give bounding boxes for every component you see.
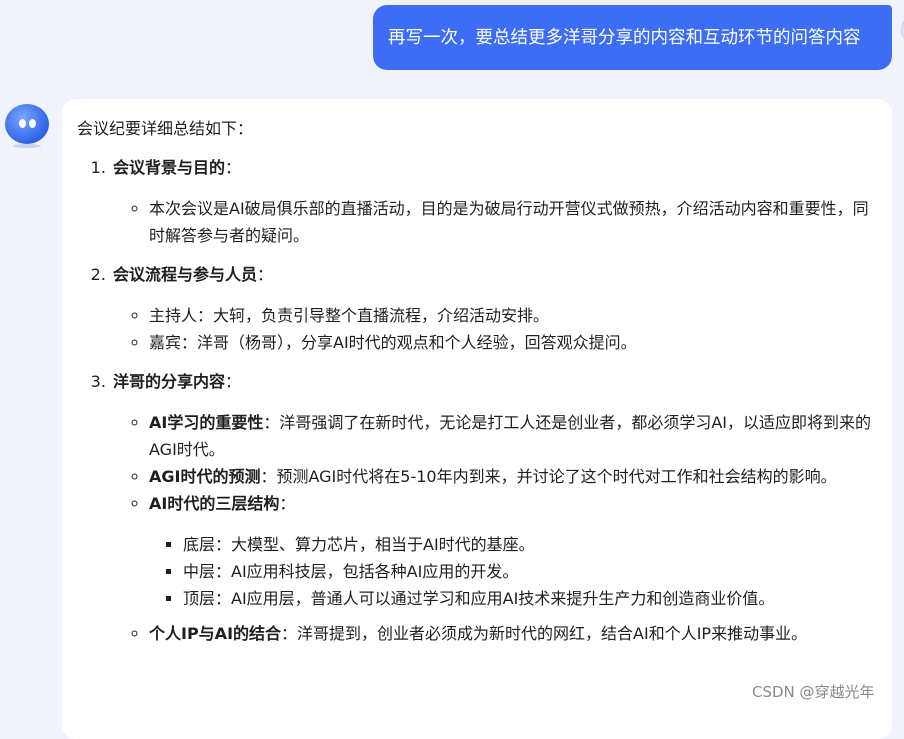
section-title: 会议流程与参与人员 (113, 265, 258, 284)
sub-list-item: 顶层：AI应用层，普通人可以通过学习和应用AI技术来提升生产力和创造商业价值。 (183, 585, 878, 612)
user-message-text: 再写一次，要总结更多洋哥分享的内容和互动环节的问答内容 (388, 28, 861, 48)
answer-intro: 会议纪要详细总结如下： (77, 119, 254, 138)
section-sharing: 洋哥的分享内容： AI学习的重要性：洋哥强调了在新时代，无论是打工人还是创业者，… (111, 368, 878, 647)
assistant-avatar-icon (5, 104, 49, 148)
bullet-list: 本次会议是AI破局俱乐部的直播活动，目的是为破局行动开营仪式做预热，介绍活动内容… (113, 195, 878, 249)
list-item: 个人IP与AI的结合：洋哥提到，创业者必须成为新时代的网红，结合AI和个人IP来… (149, 620, 878, 647)
section-background: 会议背景与目的： 本次会议是AI破局俱乐部的直播活动，目的是为破局行动开营仪式做… (111, 154, 878, 249)
summary-section-list: 会议背景与目的： 本次会议是AI破局俱乐部的直播活动，目的是为破局行动开营仪式做… (77, 154, 878, 647)
section-title: 会议背景与目的 (113, 158, 226, 177)
list-item: 嘉宾：洋哥（杨哥），分享AI时代的观点和个人经验，回答观众提问。 (149, 329, 878, 356)
bullet-list: AI学习的重要性：洋哥强调了在新时代，无论是打工人还是创业者，都必须学习AI，以… (113, 409, 878, 647)
watermark: CSDN @穿越光年 (752, 683, 875, 701)
list-item: 本次会议是AI破局俱乐部的直播活动，目的是为破局行动开营仪式做预热，介绍活动内容… (149, 195, 878, 249)
sub-list-item: 中层：AI应用科技层，包括各种AI应用的开发。 (183, 558, 878, 585)
bullet-list: 主持人：大轲，负责引导整个直播流程，介绍活动安排。 嘉宾：洋哥（杨哥），分享AI… (113, 302, 878, 356)
sub-list-item: 底层：大模型、算力芯片，相当于AI时代的基座。 (183, 531, 878, 558)
section-title: 洋哥的分享内容 (113, 372, 226, 391)
list-item: AI时代的三层结构： 底层：大模型、算力芯片，相当于AI时代的基座。 中层：AI… (149, 490, 878, 612)
section-process: 会议流程与参与人员： 主持人：大轲，负责引导整个直播流程，介绍活动安排。 嘉宾：… (111, 261, 878, 356)
sub-bullet-list: 底层：大模型、算力芯片，相当于AI时代的基座。 中层：AI应用科技层，包括各种A… (149, 531, 878, 612)
list-item: AI学习的重要性：洋哥强调了在新时代，无论是打工人还是创业者，都必须学习AI，以… (149, 409, 878, 463)
list-item: AGI时代的预测：预测AGI时代将在5-10年内到来，并讨论了这个时代对工作和社… (149, 463, 878, 490)
user-message-bubble: 再写一次，要总结更多洋哥分享的内容和互动环节的问答内容 (373, 5, 892, 70)
list-item: 主持人：大轲，负责引导整个直播流程，介绍活动安排。 (149, 302, 878, 329)
assistant-answer-card: 会议纪要详细总结如下： 会议背景与目的： 本次会议是AI破局俱乐部的直播活动，目… (62, 99, 892, 739)
